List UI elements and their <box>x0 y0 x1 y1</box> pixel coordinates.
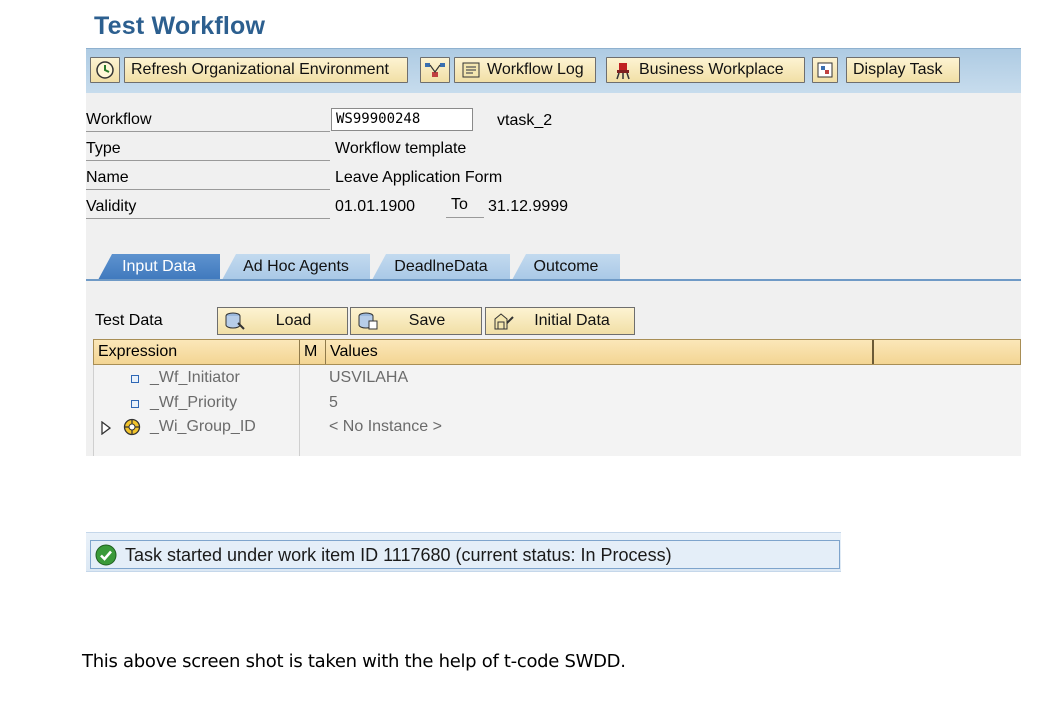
application-toolbar: Refresh Organizational Environment Workf… <box>86 48 1021 94</box>
tab-deadline-data[interactable]: DeadlneData <box>372 254 510 280</box>
value-cell: USVILAHA <box>329 369 409 386</box>
column-header-m[interactable]: M <box>300 340 326 364</box>
display-task-label: Display Task <box>853 61 943 78</box>
object-instance-icon <box>123 418 141 436</box>
page-title: Test Workflow <box>94 12 266 40</box>
load-button[interactable]: Load <box>217 307 348 335</box>
expression-cell: _Wi_Group_ID <box>150 418 256 435</box>
test-data-label: Test Data <box>95 312 163 329</box>
tab-outcome[interactable]: Outcome <box>512 254 620 280</box>
save-label: Save <box>408 312 446 329</box>
initial-data-button[interactable]: Initial Data <box>485 307 635 335</box>
business-workplace-label: Business Workplace <box>639 61 784 78</box>
table-row[interactable]: _Wi_Group_ID < No Instance > <box>93 416 1021 440</box>
table-row[interactable]: _Wf_Initiator USVILAHA <box>93 367 1021 391</box>
name-label: Name <box>86 168 330 190</box>
tab-ad-hoc-agents[interactable]: Ad Hoc Agents <box>222 254 370 280</box>
load-label: Load <box>275 312 312 329</box>
success-check-icon <box>95 544 117 566</box>
validity-label: Validity <box>86 197 330 219</box>
initial-data-label: Initial Data <box>534 312 610 329</box>
type-label: Type <box>86 139 330 161</box>
expand-triangle-icon[interactable] <box>101 421 111 435</box>
workflow-id-field[interactable]: WS99900248 <box>331 108 473 131</box>
display-task-button[interactable]: Display Task <box>846 57 960 83</box>
log-icon <box>462 62 480 78</box>
value-cell: 5 <box>329 394 338 411</box>
column-header-expression[interactable]: Expression <box>94 340 300 364</box>
tab-input-data[interactable]: Input Data <box>98 254 220 280</box>
caption-text: This above screen shot is taken with the… <box>82 651 626 672</box>
table-row[interactable]: _Wf_Priority 5 <box>93 392 1021 416</box>
workflow-graph-button[interactable] <box>420 57 450 83</box>
element-bullet-icon <box>131 375 139 383</box>
execute-button[interactable] <box>90 57 120 83</box>
validity-to: 31.12.9999 <box>488 198 569 215</box>
load-icon <box>225 312 245 330</box>
status-message: Task started under work item ID 1117680 … <box>125 545 672 565</box>
workflow-graph-icon <box>425 63 445 77</box>
workflow-label: Workflow <box>86 110 330 132</box>
validity-from: 01.01.1900 <box>335 198 416 215</box>
element-bullet-icon <box>131 400 139 408</box>
grid-header: Expression M Values <box>93 339 1021 365</box>
workflow-log-button[interactable]: Workflow Log <box>454 57 596 83</box>
execute-icon <box>96 61 114 79</box>
workplace-icon <box>616 63 630 80</box>
workflow-description: vtask_2 <box>497 112 553 129</box>
save-button[interactable]: Save <box>350 307 482 335</box>
expression-cell: _Wf_Initiator <box>150 369 240 386</box>
validity-to-label: To <box>446 195 484 218</box>
refresh-org-environment-label: Refresh Organizational Environment <box>131 61 389 78</box>
name-value: Leave Application Form <box>335 169 503 186</box>
business-workplace-button[interactable]: Business Workplace <box>606 57 805 83</box>
value-cell: < No Instance > <box>329 418 442 435</box>
initial-data-icon <box>494 313 514 330</box>
refresh-org-environment-button[interactable]: Refresh Organizational Environment <box>124 57 408 83</box>
column-header-values[interactable]: Values <box>326 340 874 364</box>
expression-cell: _Wf_Priority <box>150 394 238 411</box>
task-icon-button[interactable] <box>812 57 838 83</box>
task-icon <box>817 62 833 78</box>
workflow-log-label: Workflow Log <box>487 61 584 78</box>
save-icon <box>358 312 378 330</box>
type-value: Workflow template <box>335 140 467 157</box>
